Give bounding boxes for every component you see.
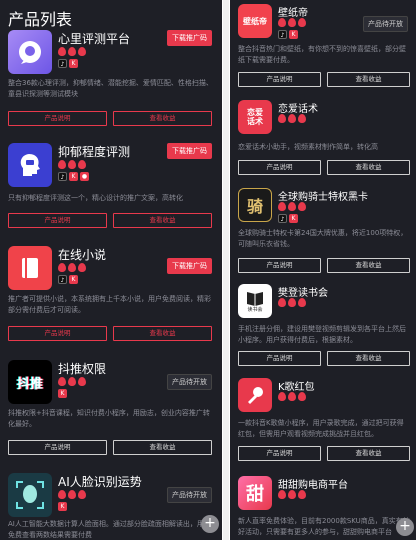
product-name: 壁纸帝 [278, 8, 308, 19]
heat-rating [278, 298, 306, 307]
dou-tui-logo[interactable]: 抖推 [8, 360, 52, 404]
kuaishou-icon: K [289, 214, 298, 223]
chat-bubble-icon[interactable] [8, 30, 52, 74]
tiktok-icon: ♪ [58, 275, 67, 284]
kuaishou-icon: K [289, 30, 298, 39]
product-name: 甜甜购电商平台 [278, 480, 348, 491]
heat-rating [58, 377, 86, 386]
platform-badges: ♪ K [58, 275, 78, 284]
kuaishou-icon: K [69, 275, 78, 284]
view-earnings-button[interactable]: 查看收益 [113, 213, 212, 228]
view-earnings-button[interactable]: 查看收益 [327, 72, 410, 87]
heat-rating [278, 490, 306, 499]
heat-rating [58, 160, 86, 169]
product-description: 恋爱话术小助手，视频素材制作简单，转化高 [238, 143, 378, 151]
view-earnings-button[interactable]: 查看收益 [113, 326, 212, 341]
weibo-icon: ● [80, 172, 89, 181]
download-promo-code-button[interactable]: 下载推广码 [167, 143, 212, 159]
view-earnings-button[interactable]: 查看收益 [327, 446, 410, 461]
product-info-button[interactable]: 产品说明 [238, 72, 321, 87]
tiktok-icon: ♪ [58, 172, 67, 181]
platform-badges: ♪ K [278, 30, 298, 39]
product-info-button[interactable]: 产品说明 [8, 111, 107, 126]
download-promo-code-button[interactable]: 下载推广码 [167, 258, 212, 274]
tiktok-icon: ♪ [278, 214, 287, 223]
product-name: AI人脸识别运势 [58, 475, 142, 489]
coming-soon-badge: 产品待开放 [167, 487, 212, 503]
microphone-icon[interactable] [238, 378, 272, 412]
product-info-button[interactable]: 产品说明 [238, 160, 321, 175]
view-earnings-button[interactable]: 查看收益 [113, 111, 212, 126]
product-info-button[interactable]: 产品说明 [8, 213, 107, 228]
heat-rating [278, 202, 306, 211]
product-description: 整合抖音热门和壁纸，有你想不到的惊喜壁纸，部分壁纸下载需要付费。 [238, 45, 406, 64]
product-list-panel-left: 产品列表 心里评测平台 ♪ K 下载推广码 整合36款心理评测，抑郁情绪、潜能挖掘… [0, 0, 222, 540]
coming-soon-badge: 产品待开放 [167, 374, 212, 390]
product-info-button[interactable]: 产品说明 [238, 351, 321, 366]
product-info-button[interactable]: 产品说明 [8, 440, 107, 455]
product-description: 推广者可提供小说，本系统拥有上千本小说，用户免费阅读，精彩部分需付费后才可阅读。 [8, 295, 211, 314]
add-fab-button[interactable]: + [201, 515, 219, 533]
heat-rating [58, 490, 86, 499]
product-name: 抖推权限 [58, 362, 107, 376]
platform-badges: ♪ K ● [58, 172, 89, 181]
kuaishou-icon: K [58, 389, 67, 398]
kuaishou-icon: K [69, 59, 78, 68]
product-name: 樊登读书会 [278, 288, 328, 299]
book-icon[interactable] [8, 246, 52, 290]
view-earnings-button[interactable]: 查看收益 [113, 440, 212, 455]
kuaishou-icon: K [58, 502, 67, 511]
book-club-logo[interactable]: 读书会 [238, 284, 272, 318]
product-info-button[interactable]: 产品说明 [8, 326, 107, 341]
product-name: 全球购骑士特权黑卡 [278, 192, 368, 203]
tiktok-icon: ♪ [58, 59, 67, 68]
product-name: 抑郁程度评测 [58, 145, 131, 159]
tiktok-icon: ♪ [278, 30, 287, 39]
view-earnings-button[interactable]: 查看收益 [327, 351, 410, 366]
knight-card-logo[interactable]: 骑 [238, 188, 272, 222]
add-fab-button[interactable]: + [396, 518, 414, 536]
heat-rating [58, 47, 86, 56]
product-name: K歌红包 [278, 382, 315, 393]
heat-rating [278, 18, 306, 27]
coming-soon-badge: 产品待开放 [363, 16, 408, 32]
platform-badges: ♪ K [58, 59, 78, 68]
heat-rating [278, 114, 306, 123]
view-earnings-button[interactable]: 查看收益 [327, 160, 410, 175]
product-description: 一款抖音K歌做小程序，用户录歌完成，通过把可获得红包，但需用户观看视频完成挑战并… [238, 419, 404, 438]
kuaishou-icon: K [69, 172, 78, 181]
heat-rating [58, 263, 86, 272]
face-scan-icon[interactable] [8, 473, 52, 517]
view-earnings-button[interactable]: 查看收益 [327, 258, 410, 273]
product-description: 新人直率免费体验，目前有2000款SKU商品，真实有效好活动，只需要有更多人的参… [238, 517, 410, 536]
product-info-button[interactable]: 产品说明 [238, 446, 321, 461]
platform-badges: K [58, 502, 67, 511]
product-name: 心里评测平台 [58, 32, 131, 46]
divider [223, 0, 229, 540]
platform-badges: K [58, 389, 67, 398]
platform-badges: ♪ K [278, 214, 298, 223]
page-title: 产品列表 [8, 10, 73, 29]
product-description: 抖推权限+抖音课程，知识付费小程序，用励志，创业内容推广转化最好。 [8, 409, 210, 428]
product-description: 全球购骑士特权卡第24国大牌优惠，将近100项特权，可随叫乐衣省钱。 [238, 229, 408, 248]
download-promo-code-button[interactable]: 下载推广码 [167, 30, 212, 46]
head-profile-icon[interactable] [8, 143, 52, 187]
love-words-logo[interactable]: 恋爱话术 [238, 100, 272, 134]
heat-rating [278, 392, 306, 401]
product-info-button[interactable]: 产品说明 [238, 258, 321, 273]
wallpaper-logo[interactable]: 壁纸帝 [238, 4, 272, 38]
tian-logo[interactable]: 甜 [238, 476, 272, 510]
product-name: 在线小说 [58, 248, 107, 262]
product-description: AI人工智能大数据计算人脸面相。通过部分脸疏面相解读出，用户免费查看两数结果需要… [8, 520, 211, 539]
product-list-panel-right: 壁纸帝 壁纸帝 ♪ K 产品待开放 整合抖音热门和壁纸，有你想不到的惊喜壁纸，部分… [230, 0, 416, 540]
product-description: 只有抑郁程度评测这一个，精心设计的推广文案，高转化 [8, 194, 183, 202]
product-description: 手机注册分佣，建设用樊登视频剪辑发到各平台上然后小程序。用户获得付费后，根据素材… [238, 325, 406, 344]
product-name: 恋爱话术 [278, 104, 318, 115]
product-description: 整合36款心理评测，抑郁情绪、潜能挖掘、爱情匹配、性格扫描、童县识探测等测试模块 [8, 79, 213, 98]
